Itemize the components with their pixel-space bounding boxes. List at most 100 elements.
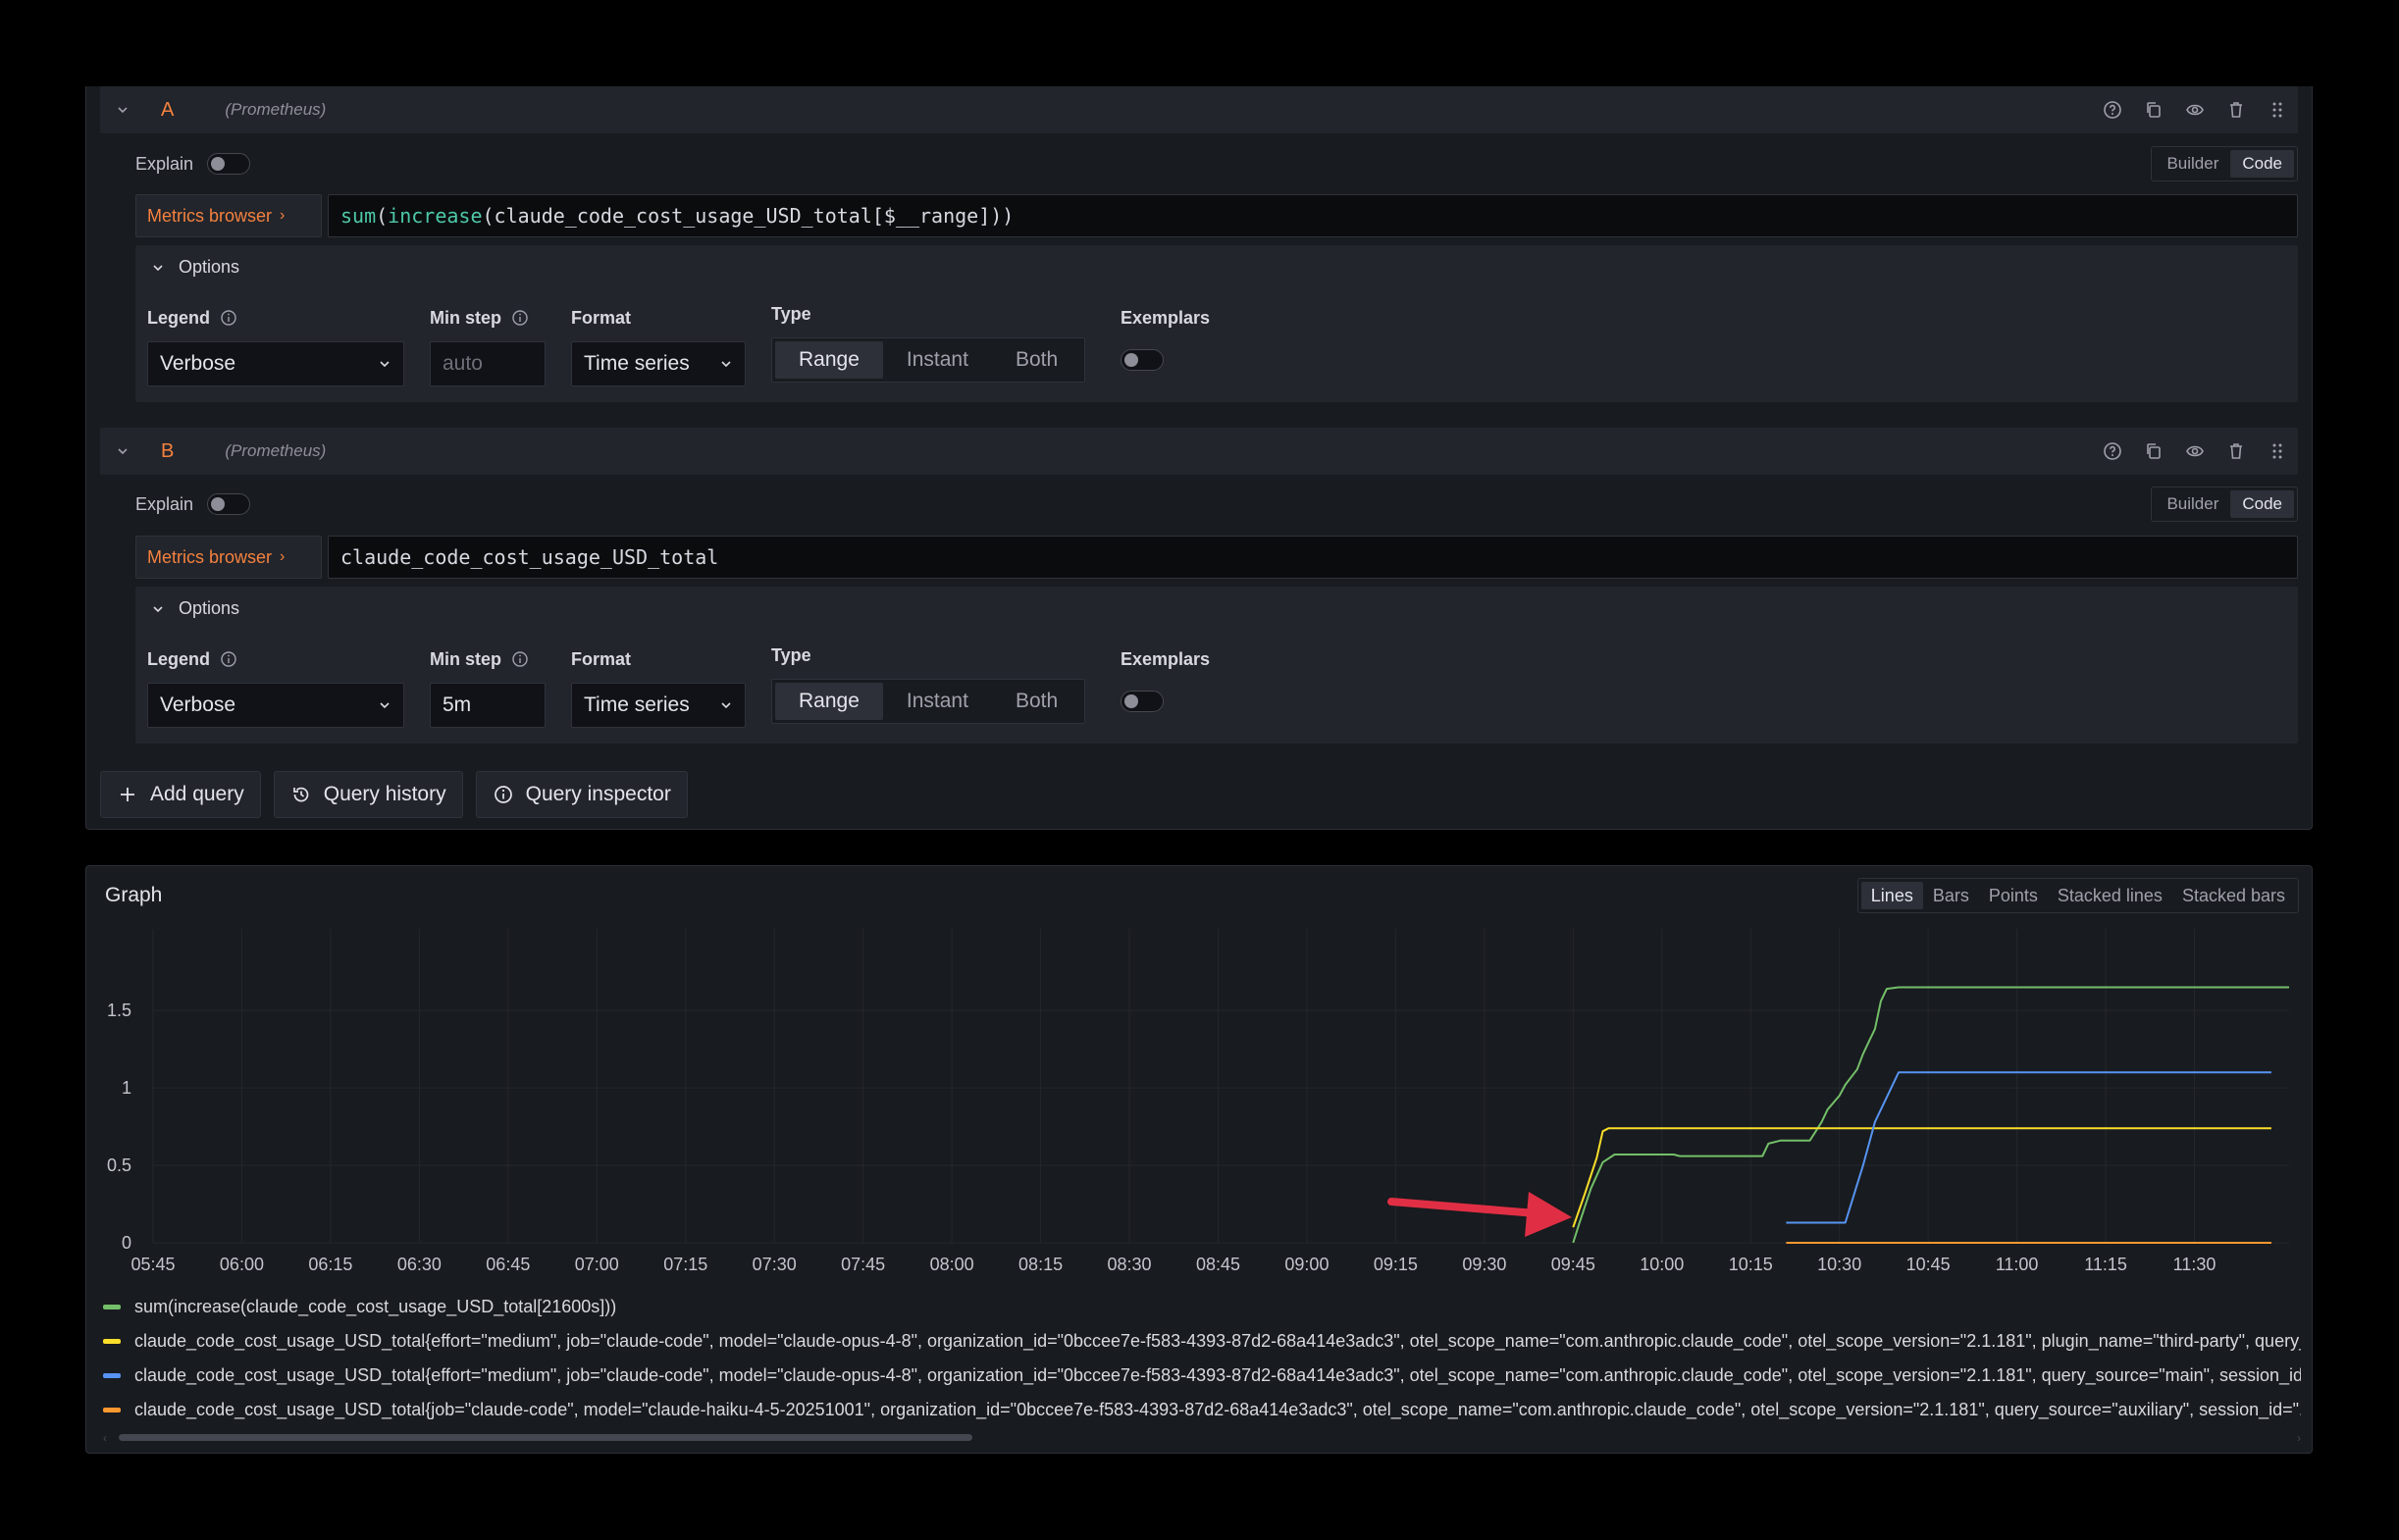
x-tick-label: 10:30 (1817, 1255, 1861, 1274)
chevron-down-icon (380, 702, 390, 709)
add-query-button[interactable]: Add query (100, 771, 261, 818)
format-select[interactable]: Time series (571, 683, 746, 728)
type-instant[interactable]: Instant (883, 341, 992, 379)
type-option: Type Range Instant Both (771, 643, 1086, 724)
annotation-arrow-shaft (1387, 1198, 1552, 1218)
info-icon[interactable] (511, 309, 529, 327)
code-mode-button[interactable]: Code (2230, 490, 2294, 518)
legend-scrollbar[interactable]: ‹ › (103, 1431, 2301, 1445)
exemplars-toggle[interactable] (1121, 349, 1164, 371)
legend-item[interactable]: claude_code_cost_usage_USD_total{effort=… (103, 1324, 2301, 1359)
query-row-header-a[interactable]: A (Prometheus) (100, 86, 2298, 133)
x-tick-label: 08:45 (1196, 1255, 1240, 1274)
min-step-input[interactable]: 5m (430, 683, 546, 728)
drag-handle-icon[interactable] (2267, 99, 2288, 121)
explain-row: Explain Builder Code (135, 144, 2298, 183)
query-row-header-b[interactable]: B (Prometheus) (100, 428, 2298, 475)
scroll-left-icon[interactable]: ‹ (103, 1431, 107, 1445)
query-expression-input[interactable]: sum(increase (claude_code_cost_usage_USD_… (328, 194, 2298, 237)
expr-function: increase (388, 204, 483, 228)
series-line-1 (1572, 1127, 2271, 1228)
metrics-browser-button[interactable]: Metrics browser › (135, 536, 322, 579)
help-icon[interactable] (2102, 440, 2123, 462)
info-icon[interactable] (220, 309, 237, 327)
trash-icon[interactable] (2225, 440, 2247, 462)
explain-toggle[interactable] (207, 493, 251, 515)
options-section: Options Legend Verbose Min step auto For… (135, 245, 2298, 402)
x-tick-label: 07:30 (753, 1255, 797, 1274)
x-tick-label: 07:00 (575, 1255, 619, 1274)
options-toggle[interactable]: Options (151, 598, 239, 619)
legend-item[interactable]: sum(increase(claude_code_cost_usage_USD_… (103, 1290, 2301, 1324)
type-radio-group: Range Instant Both (771, 679, 1086, 724)
explain-toggle[interactable] (207, 153, 251, 175)
legend-select[interactable]: Verbose (147, 683, 404, 728)
code-mode-button[interactable]: Code (2230, 150, 2294, 178)
type-range[interactable]: Range (775, 683, 883, 720)
chevron-down-icon (153, 605, 163, 612)
scroll-right-icon[interactable]: › (2297, 1431, 2301, 1445)
trash-icon[interactable] (2225, 99, 2247, 121)
format-select-value: Time series (584, 693, 690, 716)
x-tick-label: 11:00 (1996, 1255, 2039, 1274)
legend-label: sum(increase(claude_code_cost_usage_USD_… (134, 1297, 617, 1316)
info-icon[interactable] (220, 650, 237, 668)
format-select-value: Time series (584, 352, 690, 375)
drag-handle-icon[interactable] (2267, 440, 2288, 462)
type-both[interactable]: Both (992, 341, 1081, 379)
type-instant[interactable]: Instant (883, 683, 992, 720)
scrollbar-thumb[interactable] (119, 1434, 972, 1441)
x-tick-label: 09:30 (1462, 1255, 1506, 1274)
format-select[interactable]: Time series (571, 341, 746, 386)
builder-mode-button[interactable]: Builder (2155, 150, 2230, 178)
query-history-button[interactable]: Query history (273, 771, 463, 818)
metrics-browser-label: Metrics browser (147, 546, 273, 567)
x-tick-label: 10:00 (1640, 1255, 1684, 1274)
chevron-down-icon (380, 361, 390, 368)
type-both[interactable]: Both (992, 683, 1081, 720)
exemplars-label: Exemplars (1121, 307, 1211, 328)
options-title: Options (179, 257, 240, 277)
x-tick-label: 06:00 (220, 1255, 264, 1274)
history-icon (292, 787, 309, 802)
duplicate-icon[interactable] (2143, 99, 2164, 121)
chevron-down-icon[interactable] (112, 440, 133, 462)
min-step-input[interactable]: auto (430, 341, 546, 386)
time-series-chart[interactable]: 05:45 06:00 06:15 06:30 06:45 07:00 07:15 07:30… (86, 866, 2312, 1288)
legend-swatch (103, 1305, 121, 1309)
y-tick-label: 1 (122, 1078, 131, 1098)
chevron-down-icon (721, 702, 731, 709)
metrics-browser-button[interactable]: Metrics browser › (135, 194, 322, 237)
y-tick-label: 1.5 (107, 1001, 131, 1020)
format-option: Format Time series (571, 647, 746, 728)
eye-icon[interactable] (2184, 440, 2206, 462)
query-inspector-button[interactable]: Query inspector (475, 771, 688, 818)
query-history-label: Query history (323, 783, 446, 805)
help-icon[interactable] (2102, 99, 2123, 121)
query-refid[interactable]: A (161, 99, 174, 122)
x-tick-label: 10:15 (1729, 1255, 1773, 1274)
query-editor-panel: A (Prometheus) Explain Builder Code Metr… (85, 86, 2313, 830)
duplicate-icon[interactable] (2143, 440, 2164, 462)
type-label: Type (771, 644, 811, 665)
type-range[interactable]: Range (775, 341, 883, 379)
query-expression-input[interactable]: claude_code_cost_usage_USD_total (328, 536, 2298, 579)
query-refid[interactable]: B (161, 440, 174, 463)
legend-select[interactable]: Verbose (147, 341, 404, 386)
chevron-down-icon[interactable] (112, 99, 133, 121)
exemplars-option: Exemplars (1121, 306, 1210, 376)
builder-mode-button[interactable]: Builder (2155, 490, 2230, 518)
eye-icon[interactable] (2184, 99, 2206, 121)
explain-row: Explain Builder Code (135, 485, 2298, 524)
legend-swatch (103, 1408, 121, 1412)
options-toggle[interactable]: Options (151, 257, 239, 278)
legend-swatch (103, 1373, 121, 1378)
x-tick-label: 06:15 (308, 1255, 352, 1274)
chevron-right-icon: › (280, 207, 286, 224)
exemplars-toggle[interactable] (1121, 691, 1164, 712)
legend-item[interactable]: claude_code_cost_usage_USD_total{job="cl… (103, 1393, 2301, 1427)
legend-item[interactable]: claude_code_cost_usage_USD_total{effort=… (103, 1359, 2301, 1393)
info-icon[interactable] (511, 650, 529, 668)
editor-mode-switch: Builder Code (2151, 487, 2298, 522)
chevron-right-icon: › (280, 548, 286, 565)
